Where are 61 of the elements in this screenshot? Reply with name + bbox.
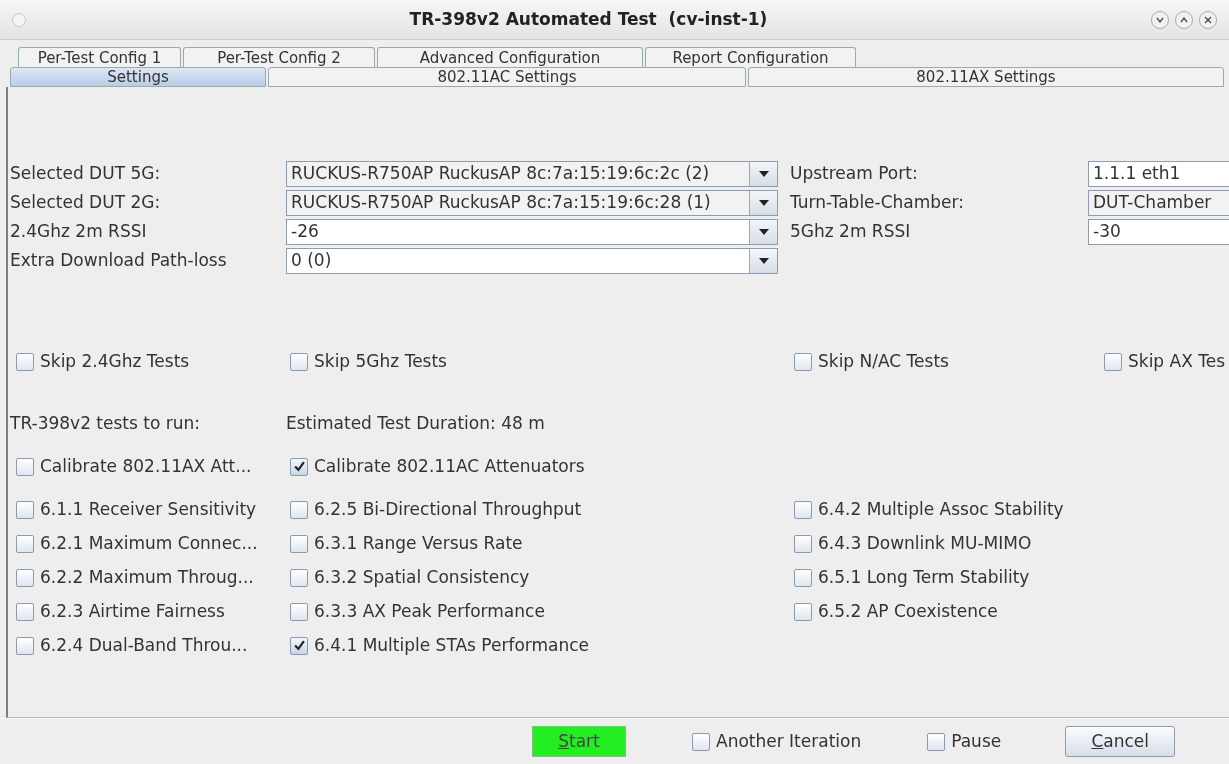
close-icon[interactable] bbox=[1199, 10, 1217, 29]
text-field[interactable]: DUT-Chamber bbox=[1088, 190, 1229, 216]
checkbox[interactable]: Skip AX Tes bbox=[1104, 352, 1229, 372]
checkbox[interactable]: 6.3.1 Range Versus Rate bbox=[290, 533, 794, 554]
duration-text: Estimated Test Duration: 48 m bbox=[286, 412, 546, 435]
checkbox[interactable]: 6.4.3 Downlink MU-MIMO bbox=[794, 533, 1229, 554]
tab[interactable]: Per-Test Config 1 bbox=[18, 47, 181, 67]
dropdown-button[interactable] bbox=[749, 162, 777, 186]
dropdown-button[interactable] bbox=[749, 220, 777, 244]
checkbox[interactable]: Skip 2.4Ghz Tests bbox=[16, 352, 290, 372]
window-title: TR-398v2 Automated Test (cv-inst-1) bbox=[408, 7, 769, 31]
dropdown-field[interactable]: RUCKUS-R750AP RuckusAP 8c:7a:15:19:6c:28 (1) bbox=[286, 190, 778, 216]
cancel-button[interactable]: Cancel bbox=[1065, 726, 1176, 757]
tab[interactable]: 802.11AC Settings bbox=[268, 67, 746, 87]
checkbox[interactable]: Skip 5Ghz Tests bbox=[290, 352, 794, 372]
checkbox[interactable]: 6.2.4 Dual-Band Throu... bbox=[16, 635, 290, 656]
checkbox[interactable]: 6.5.1 Long Term Stability bbox=[794, 567, 1229, 588]
tab[interactable]: 802.11AX Settings bbox=[748, 67, 1224, 87]
dropdown-field[interactable]: 0 (0) bbox=[286, 248, 778, 274]
checkbox[interactable]: 6.2.3 Airtime Fairness bbox=[16, 601, 290, 622]
checkbox[interactable]: 6.2.5 Bi-Directional Throughput bbox=[290, 499, 794, 520]
field-label: 5Ghz 2m RSSI bbox=[790, 220, 912, 244]
field-label: Upstream Port: bbox=[790, 162, 919, 186]
checkbox[interactable]: Calibrate 802.11AX Att... bbox=[16, 456, 290, 477]
checkbox[interactable]: 6.3.3 AX Peak Performance bbox=[290, 601, 794, 622]
checkbox[interactable]: Another Iteration bbox=[692, 731, 862, 752]
dropdown-button[interactable] bbox=[749, 249, 777, 273]
tab[interactable]: Advanced Configuration bbox=[377, 47, 643, 67]
caret-icon bbox=[758, 171, 769, 177]
checkbox[interactable]: 6.2.1 Maximum Connec... bbox=[16, 533, 290, 554]
tab[interactable]: Report Configuration bbox=[645, 47, 856, 67]
text-field[interactable]: -30 bbox=[1088, 219, 1229, 245]
checkbox[interactable]: Skip N/AC Tests bbox=[794, 352, 1104, 372]
field-label: Selected DUT 5G: bbox=[9, 162, 162, 186]
dropdown-field[interactable]: -26 bbox=[286, 219, 778, 245]
checkbox[interactable]: 6.4.2 Multiple Assoc Stability bbox=[794, 499, 1229, 520]
caret-icon bbox=[758, 200, 769, 206]
field-label: Turn-Table-Chamber: bbox=[790, 191, 965, 215]
text-field[interactable]: 1.1.1 eth1 bbox=[1088, 161, 1229, 187]
caret-icon bbox=[758, 229, 769, 235]
checkmark-icon bbox=[293, 461, 305, 472]
dropdown-field[interactable]: RUCKUS-R750AP RuckusAP 8c:7a:15:19:6c:2c (2) bbox=[286, 161, 778, 187]
dropdown-button[interactable] bbox=[749, 191, 777, 215]
section-heading: TR-398v2 tests to run: bbox=[9, 412, 201, 435]
checkbox[interactable]: Pause bbox=[927, 731, 1002, 752]
tab[interactable]: Settings bbox=[10, 67, 266, 87]
caret-icon bbox=[758, 258, 769, 264]
field-label: Extra Download Path-loss bbox=[9, 249, 228, 273]
checkbox[interactable]: 6.3.2 Spatial Consistency bbox=[290, 567, 794, 588]
maximize-icon[interactable] bbox=[1175, 10, 1193, 29]
checkbox[interactable]: 6.5.2 AP Coexistence bbox=[794, 601, 1229, 622]
tab[interactable]: Per-Test Config 2 bbox=[183, 47, 375, 67]
checkbox[interactable]: 6.4.1 Multiple STAs Performance bbox=[290, 635, 794, 656]
minimize-icon[interactable] bbox=[1151, 10, 1169, 29]
checkbox[interactable]: 6.2.2 Maximum Throug... bbox=[16, 567, 290, 588]
field-label: Selected DUT 2G: bbox=[9, 191, 162, 215]
start-button[interactable]: Start bbox=[532, 726, 626, 757]
checkbox[interactable]: 6.1.1 Receiver Sensitivity bbox=[16, 499, 290, 520]
checkmark-icon bbox=[293, 640, 305, 651]
checkbox[interactable]: Calibrate 802.11AC Attenuators bbox=[290, 456, 794, 477]
field-label: 2.4Ghz 2m RSSI bbox=[9, 220, 148, 244]
